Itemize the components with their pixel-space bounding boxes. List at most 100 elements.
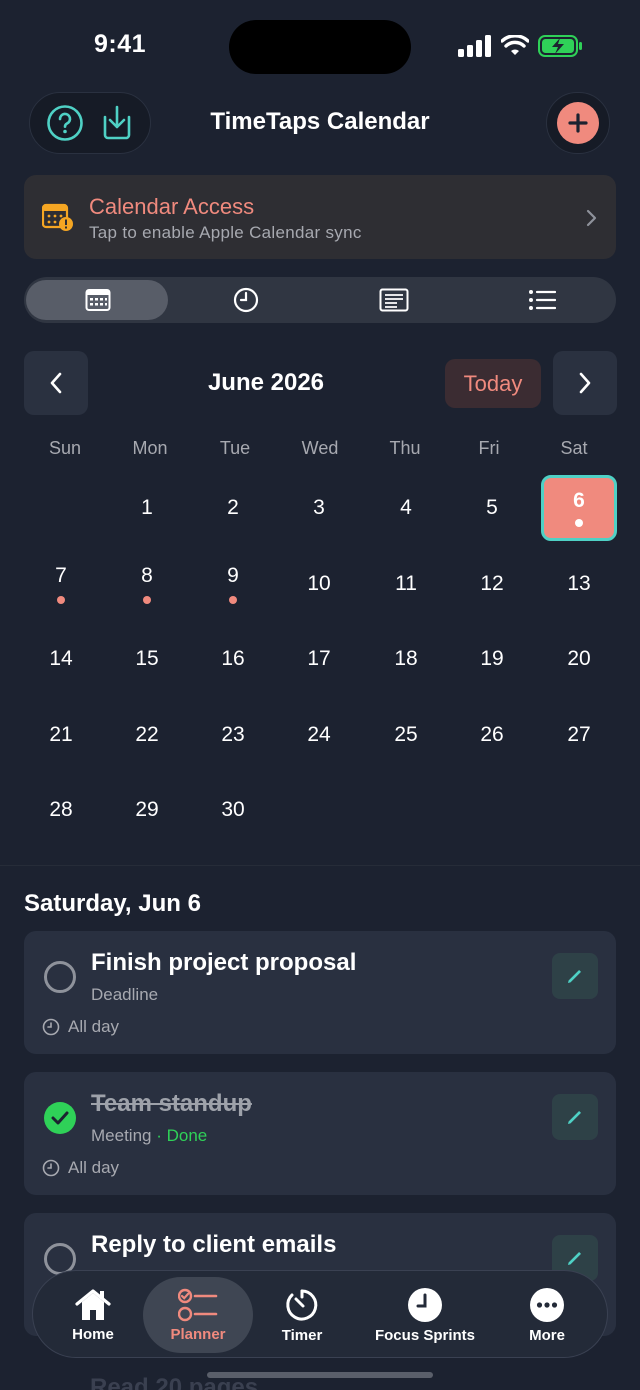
calendar-day[interactable]: 23 — [190, 700, 276, 770]
calendar-day[interactable]: 3 — [276, 473, 362, 543]
task-card[interactable]: Finish project proposal Deadline All day — [24, 931, 616, 1054]
task-checkbox-checked[interactable] — [44, 1102, 76, 1134]
pencil-icon — [568, 1111, 581, 1124]
calendar-day[interactable]: 7 — [18, 549, 104, 619]
calendar-day-number: 30 — [221, 798, 245, 821]
calendar-day[interactable]: 28 — [18, 775, 104, 845]
calendar-day[interactable]: 22 — [104, 700, 190, 770]
add-button[interactable] — [546, 92, 610, 154]
tab-focus-sprints[interactable]: Focus Sprints — [351, 1271, 499, 1359]
tab-home[interactable]: Home — [33, 1271, 153, 1359]
calendar-access-banner[interactable]: Calendar Access Tap to enable Apple Cale… — [24, 175, 616, 259]
calendar-day-number: 6 — [573, 489, 585, 512]
calendar-day-number: 1 — [141, 496, 153, 519]
event-dot — [143, 596, 151, 604]
clock-icon — [42, 1018, 60, 1036]
tab-label: More — [529, 1326, 565, 1344]
tab-month-view[interactable] — [24, 277, 172, 323]
calendar-day-selected[interactable]: 6 — [541, 475, 617, 541]
calendar-day[interactable]: 26 — [449, 700, 535, 770]
calendar-day[interactable]: 12 — [449, 549, 535, 619]
calendar-day-number: 5 — [486, 496, 498, 519]
calendar-day-number: 11 — [395, 572, 417, 595]
calendar-day-number: 10 — [307, 572, 331, 595]
task-time-label: All day — [68, 1017, 120, 1036]
agenda-icon — [379, 288, 409, 312]
calendar-day[interactable]: 25 — [363, 700, 449, 770]
calendar-day-number: 2 — [227, 496, 239, 519]
calendar-day[interactable]: 27 — [536, 700, 622, 770]
banner-subtitle: Tap to enable Apple Calendar sync — [89, 223, 362, 242]
edit-task-button[interactable] — [552, 1094, 598, 1140]
calendar-day[interactable]: 16 — [190, 624, 276, 694]
calendar-day[interactable]: 15 — [104, 624, 190, 694]
calendar-day[interactable]: 1 — [104, 473, 190, 543]
tab-agenda-view[interactable] — [320, 277, 468, 323]
tab-more[interactable]: More — [499, 1271, 595, 1359]
divider — [0, 865, 640, 866]
calendar-day-number: 19 — [480, 647, 504, 670]
calendar-day[interactable]: 17 — [276, 624, 362, 694]
task-meta: Meeting · Done — [91, 1126, 207, 1146]
calendar-day-number: 24 — [307, 723, 331, 746]
calendar-day[interactable]: 8 — [104, 549, 190, 619]
calendar-day[interactable]: 5 — [449, 473, 535, 543]
task-title: Reply to client emails — [91, 1231, 337, 1258]
calendar-day[interactable]: 30 — [190, 775, 276, 845]
calendar-day[interactable]: 10 — [276, 549, 362, 619]
calendar-day[interactable]: 11 — [363, 549, 449, 619]
previous-month-button[interactable] — [24, 351, 88, 415]
calendar-day-number: 17 — [307, 647, 331, 670]
pencil-icon — [568, 970, 581, 983]
weekday-label: Sat — [560, 438, 588, 458]
calendar-day[interactable]: 2 — [190, 473, 276, 543]
task-category: Meeting — [91, 1126, 152, 1145]
battery-charging-icon — [538, 35, 582, 57]
calendar-day-number: 15 — [135, 647, 159, 670]
list-icon — [529, 290, 556, 310]
calendar-day[interactable]: 24 — [276, 700, 362, 770]
focus-sprints-icon — [408, 1287, 442, 1322]
edit-task-button[interactable] — [552, 953, 598, 999]
clock-icon — [233, 287, 259, 313]
tab-day-view[interactable] — [172, 277, 320, 323]
calendar-day[interactable]: 13 — [536, 549, 622, 619]
page-title: TimeTaps Calendar — [210, 108, 430, 135]
calendar-day-number: 8 — [141, 564, 153, 587]
calendar-day[interactable]: 4 — [363, 473, 449, 543]
clock-icon — [42, 1159, 60, 1177]
calendar-day[interactable]: 19 — [449, 624, 535, 694]
planner-icon — [178, 1288, 218, 1321]
calendar-day[interactable]: 18 — [363, 624, 449, 694]
event-dot — [57, 596, 65, 604]
calendar-day-number: 26 — [480, 723, 504, 746]
calendar-day-number: 28 — [49, 798, 73, 821]
weekday-label: Tue — [219, 438, 251, 458]
tab-planner[interactable]: Planner — [143, 1271, 253, 1359]
signal-icon — [458, 35, 491, 57]
next-month-button[interactable] — [553, 351, 617, 415]
banner-title: Calendar Access — [89, 194, 255, 219]
calendar-day-number: 27 — [567, 723, 591, 746]
tab-list-view[interactable] — [468, 277, 616, 323]
event-dot — [575, 519, 583, 527]
calendar-day[interactable]: 14 — [18, 624, 104, 694]
chevron-right-icon — [586, 209, 597, 227]
calendar-day-number: 23 — [221, 723, 245, 746]
calendar-day[interactable]: 21 — [18, 700, 104, 770]
event-dot — [229, 596, 237, 604]
calendar-day-number: 12 — [480, 572, 504, 595]
tab-label: Timer — [281, 1326, 323, 1344]
task-status: · Done — [156, 1126, 208, 1145]
tab-timer[interactable]: Timer — [253, 1271, 351, 1359]
task-checkbox[interactable] — [44, 961, 76, 993]
task-card[interactable]: Team standup Meeting · Done All day — [24, 1072, 616, 1195]
calendar-day[interactable]: 20 — [536, 624, 622, 694]
calendar-day[interactable]: 9 — [190, 549, 276, 619]
calendar-warning-icon — [42, 203, 73, 231]
calendar-day-number: 29 — [135, 798, 159, 821]
home-indicator — [207, 1372, 433, 1378]
today-button[interactable]: Today — [445, 359, 541, 408]
plus-icon — [557, 102, 599, 144]
calendar-day[interactable]: 29 — [104, 775, 190, 845]
